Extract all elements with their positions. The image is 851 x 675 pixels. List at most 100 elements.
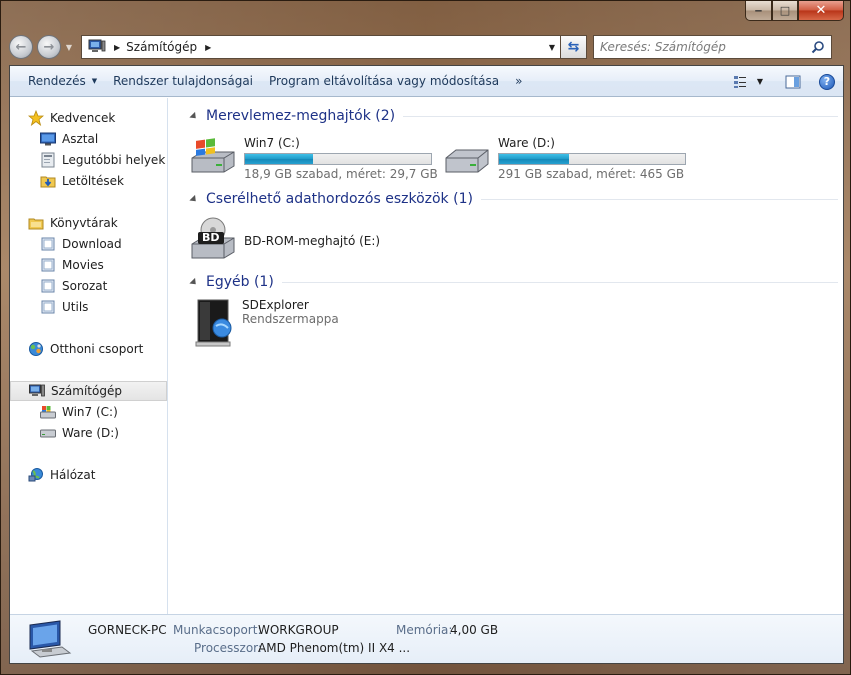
system-drive-icon [188, 136, 238, 181]
library-icon [40, 257, 56, 273]
change-view-button[interactable] [733, 75, 751, 89]
system-properties-button[interactable]: Rendszer tulajdonságai [105, 66, 261, 97]
item-sdexplorer[interactable]: SDExplorer Rendszermappa [192, 298, 339, 351]
nav-network-label: Hálózat [50, 468, 96, 482]
group-header-removable[interactable]: Cserélhető adathordozós eszközök (1) [189, 191, 838, 207]
nav-favorites-label: Kedvencek [50, 111, 116, 125]
recent-pages-dropdown[interactable]: ▼ [63, 43, 75, 52]
navigation-pane: Kedvencek Asztal Legutóbbi helyek Letölt… [10, 98, 168, 615]
nav-computer[interactable]: Számítógép [10, 381, 167, 401]
nav-library-sorozat[interactable]: Sorozat [40, 276, 107, 296]
search-box[interactable]: Keresés: Számítógép [593, 35, 832, 59]
nav-libraries-label: Könyvtárak [50, 216, 118, 230]
recent-places-icon [40, 152, 56, 168]
nav-downloads[interactable]: Letöltések [40, 171, 124, 191]
computer-icon [26, 619, 72, 662]
nav-drive-c-label: Win7 (C:) [62, 405, 118, 419]
nav-desktop[interactable]: Asztal [40, 129, 98, 149]
group-divider [403, 115, 838, 117]
drive-name-d: Ware (D:) [498, 136, 555, 150]
drive-usage-fill-c [245, 154, 313, 164]
group-title-hdd: Merevlemez-meghajtók (2) [206, 108, 396, 124]
refresh-button[interactable]: ⇆ [561, 35, 587, 59]
organize-button[interactable]: Rendezés ▼ [20, 66, 105, 97]
drive-item-c[interactable]: Win7 (C:) 18,9 GB szabad, méret: 29,7 GB [188, 136, 438, 181]
nav-library-download[interactable]: Download [40, 234, 122, 254]
collapse-arrow-icon [189, 194, 199, 204]
details-pane: GORNECK-PC Munkacsoport: WORKGROUP Memór… [10, 614, 843, 663]
cpu-label: Processzor: [194, 641, 262, 655]
system-drive-icon [40, 404, 56, 420]
drive-item-d[interactable]: Ware (D:) 291 GB szabad, méret: 465 GB [442, 136, 686, 181]
group-header-hdd[interactable]: Merevlemez-meghajtók (2) [189, 108, 838, 124]
homegroup-icon [28, 341, 44, 357]
cpu-value: AMD Phenom(tm) II X4 ... [258, 641, 411, 655]
breadcrumb-separator-icon[interactable]: ▶ [205, 43, 211, 52]
library-icon [40, 236, 56, 252]
address-history-dropdown[interactable]: ▼ [544, 36, 560, 58]
nav-homegroup-label: Otthoni csoport [50, 342, 144, 356]
sdexplorer-type: Rendszermappa [242, 312, 339, 326]
sdexplorer-name: SDExplorer [242, 298, 309, 312]
drive-name-e: BD-ROM-meghajtó (E:) [244, 233, 381, 248]
downloads-folder-icon [40, 173, 56, 189]
back-arrow-icon: ← [15, 39, 27, 55]
forward-button[interactable]: → [37, 35, 61, 59]
workgroup-label: Munkacsoport: [173, 623, 262, 637]
preview-pane-button[interactable] [785, 75, 801, 89]
library-icon [40, 278, 56, 294]
nav-library-utils[interactable]: Utils [40, 297, 88, 317]
drive-name-c: Win7 (C:) [244, 136, 300, 150]
nav-computer-label: Számítógép [51, 384, 122, 398]
group-title-other: Egyéb (1) [206, 274, 274, 290]
uninstall-program-button[interactable]: Program eltávolítása vagy módosítása [261, 66, 507, 97]
system-properties-label: Rendszer tulajdonságai [113, 74, 254, 88]
nav-drive-d[interactable]: Ware (D:) [40, 423, 119, 443]
drive-usage-bar-d [498, 153, 686, 165]
nav-library-sorozat-label: Sorozat [62, 279, 108, 293]
nav-drive-c[interactable]: Win7 (C:) [40, 402, 118, 422]
breadcrumb-computer[interactable]: Számítógép [126, 40, 197, 54]
workgroup-value: WORKGROUP [258, 623, 339, 637]
toolbar-right: ▼ ? [723, 66, 835, 97]
maximize-button[interactable]: □ [772, 1, 798, 21]
more-commands-label: » [515, 74, 523, 88]
close-button[interactable]: ✕ [798, 1, 844, 21]
preview-pane-icon [785, 75, 801, 88]
content-view: Merevlemez-meghajtók (2) Win7 (C:) 18,9 … [170, 98, 843, 615]
library-icon [40, 299, 56, 315]
nav-homegroup[interactable]: Otthoni csoport [28, 339, 143, 359]
nav-libraries[interactable]: Könyvtárak [28, 213, 118, 233]
drive-space-d: 291 GB szabad, méret: 465 GB [498, 167, 685, 181]
nav-library-movies-label: Movies [62, 258, 104, 272]
nav-library-movies[interactable]: Movies [40, 255, 104, 275]
navigation-bar: ← → ▼ ▶ Számítógép ▶ ▼ ⇆ Keresés: Számít… [9, 33, 844, 61]
more-commands-button[interactable]: » [507, 66, 530, 97]
nav-desktop-label: Asztal [62, 132, 99, 146]
command-bar: Rendezés ▼ Rendszer tulajdonságai Progra… [10, 66, 843, 97]
nav-recent-places[interactable]: Legutóbbi helyek [40, 150, 165, 170]
bd-badge: BD [202, 231, 220, 244]
nav-network[interactable]: Hálózat [28, 465, 95, 485]
search-icon[interactable] [811, 40, 825, 57]
nav-downloads-label: Letöltések [62, 174, 124, 188]
back-button[interactable]: ← [9, 35, 33, 59]
nav-favorites[interactable]: Kedvencek [28, 108, 115, 128]
sdexplorer-icon [192, 298, 234, 351]
help-button[interactable]: ? [819, 73, 835, 90]
address-bar[interactable]: ▶ Számítógép ▶ ▼ [81, 35, 561, 59]
minimize-button[interactable]: ‒ [745, 1, 772, 21]
memory-value: 4,00 GB [450, 623, 499, 637]
drive-item-e[interactable]: BD BD-ROM-meghajtó (E:) [188, 216, 380, 265]
explorer-content: Rendezés ▼ Rendszer tulajdonságai Progra… [9, 65, 844, 664]
view-options-dropdown[interactable]: ▼ [757, 77, 763, 86]
hard-drive-icon [40, 425, 56, 441]
collapse-arrow-icon [189, 111, 199, 121]
nav-library-download-label: Download [62, 237, 122, 251]
group-header-other[interactable]: Egyéb (1) [189, 274, 838, 290]
search-placeholder: Keresés: Számítógép [600, 40, 726, 54]
desktop-icon [40, 131, 56, 147]
view-icon [733, 75, 746, 88]
chevron-down-icon: ▼ [91, 77, 98, 85]
breadcrumb-separator-icon[interactable]: ▶ [114, 43, 120, 52]
